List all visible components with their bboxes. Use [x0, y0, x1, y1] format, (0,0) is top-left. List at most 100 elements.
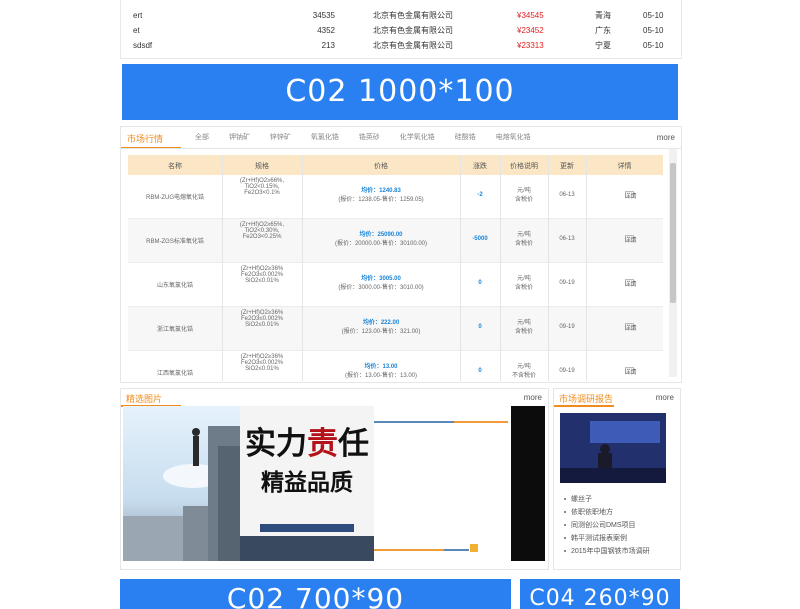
price-change: 0 — [478, 324, 482, 330]
market-reports-panel: 市场调研报告 more 螺丝子 依职依职地方 同测创公司DMS项目 韩平测试报表… — [553, 388, 681, 570]
table-row: et 4352 北京有色金属有限公司 ¥23452 广东 05-10 — [121, 23, 681, 38]
tab-item[interactable]: 电熔氧化锆 — [496, 134, 531, 141]
spec-line: Fe2O3<0.25% — [242, 234, 282, 240]
header-updated: 更新 — [560, 163, 574, 170]
price-note: 元/吨 不含税价 — [500, 361, 548, 379]
slogan-char: 实 — [245, 426, 276, 462]
scrollbar-thumb[interactable] — [670, 163, 676, 303]
tab-all[interactable]: 全部 — [195, 134, 209, 141]
avg-price: 均价：1240.83 — [361, 188, 401, 194]
slogan-line2: 精益品质 — [261, 469, 353, 496]
conference-image[interactable] — [560, 413, 666, 483]
slogan-image[interactable]: 实力责任 精益品质 — [240, 406, 374, 561]
avg-price: 均价：3005.00 — [361, 276, 401, 282]
graphic-line — [374, 549, 444, 551]
price-range: (报价：123.00-售价：321.00) — [341, 329, 421, 335]
table-row: 浙江氧氯化锆 (Zr+Hf)O2≥36% Fe2O3≤0.002% SiO2≤0… — [128, 307, 663, 351]
row-date: 05-10 — [643, 26, 664, 35]
tab-item[interactable]: 钾钠矿 — [229, 134, 250, 141]
pics-title: 精选图片 — [126, 394, 163, 404]
bullet-icon — [564, 524, 566, 527]
pics-more-link[interactable]: more — [524, 393, 542, 402]
header-change: 涨跌 — [473, 163, 487, 170]
table-row: 江西氧氯化锆 (Zr+Hf)O2≥36% Fe2O3≤0.002% SiO2≤0… — [128, 351, 663, 381]
product-name[interactable]: 山东氧氯化锆 — [128, 280, 222, 289]
unit-label: 元/吨 — [517, 188, 531, 194]
product-spec: (Zr+Hf)O2≥65%, TiO2<0.30%, Fe2O3<0.25% — [222, 222, 302, 240]
table-row — [121, 0, 681, 8]
ad-banner-bottom-left[interactable]: C02 700*90 — [120, 579, 511, 609]
price-change: -5000 — [472, 236, 488, 242]
list-item[interactable]: 螺丝子 — [564, 493, 650, 506]
product-name[interactable]: 浙江氧氯化锆 — [128, 324, 222, 333]
list-item-label: 依职依职地方 — [571, 509, 613, 516]
header-detail: 详情 — [617, 163, 632, 170]
list-item[interactable]: 韩平测试报表案例 — [564, 532, 650, 545]
row-qty: 213 — [321, 41, 335, 50]
row-company[interactable]: 北京有色金属有限公司 — [373, 23, 453, 38]
list-item-label: 韩平测试报表案例 — [571, 535, 627, 542]
reports-more-link[interactable]: more — [656, 393, 674, 402]
table-header: 名称 规格 价格 涨跌 价格说明 更新 详情 — [128, 155, 663, 175]
header-name: 名称 — [168, 163, 182, 170]
table-row: sdsdf 213 北京有色金属有限公司 ¥23313 宁夏 05-10 — [121, 38, 681, 53]
featured-images-panel: 精选图片 more 实力责任 精益品质 — [120, 388, 549, 570]
ad-banner-bottom-right[interactable]: C04 260*90 — [520, 579, 680, 609]
header-price: 价格 — [374, 163, 388, 170]
graphic-line — [374, 421, 454, 423]
ad-banner-top[interactable]: C02 1000*100 — [122, 64, 678, 120]
market-scrollbar[interactable] — [669, 149, 677, 377]
graphic-line — [444, 549, 469, 551]
slogan-char: 任 — [338, 426, 369, 462]
product-spec: (Zr+Hf)O2≥66%, TiO2<0.15%, Fe2O3<0.1% — [222, 178, 302, 196]
tab-item[interactable]: 化学氧化锆 — [400, 134, 435, 141]
solar-panel-strip — [240, 536, 374, 561]
table-row: 山东氧氯化锆 (Zr+Hf)O2≥36% Fe2O3≤0.002% SiO2≤0… — [128, 263, 663, 307]
row-price: ¥23452 — [517, 26, 544, 35]
reports-title: 市场调研报告 — [559, 394, 614, 404]
product-name[interactable]: 江西氧氯化锆 — [128, 368, 222, 377]
tab-item[interactable]: 锆英砂 — [359, 134, 380, 141]
tab-item[interactable]: 硅酸锆 — [455, 134, 476, 141]
price-change: 0 — [478, 368, 482, 374]
list-item[interactable]: 依职依职地方 — [564, 506, 650, 519]
bar-graphic-image[interactable] — [374, 406, 508, 561]
column-divider — [302, 155, 303, 381]
unit-label: 元/吨 — [517, 320, 531, 326]
tab-item[interactable]: 氧氯化锆 — [311, 134, 339, 141]
market-tabs: 全部 钾钠矿 锌锌矿 氧氯化锆 锆英砂 化学氧化锆 硅酸锆 电熔氧化锆 — [195, 132, 549, 142]
product-spec: (Zr+Hf)O2≥36% Fe2O3≤0.002% SiO2≤0.01% — [222, 354, 302, 372]
product-spec: (Zr+Hf)O2≥36% Fe2O3≤0.002% SiO2≤0.01% — [222, 310, 302, 328]
column-divider — [500, 155, 501, 381]
updated-date: 09-19 — [559, 324, 575, 330]
column-divider — [460, 155, 461, 381]
product-name[interactable]: RBM-ZUG电熔氧化锆 — [128, 192, 222, 201]
row-province: 宁夏 — [595, 41, 611, 50]
row-qty: 34535 — [312, 11, 335, 20]
bullet-icon — [564, 498, 566, 501]
list-item[interactable]: 同测创公司DMS项目 — [564, 519, 650, 532]
list-item[interactable]: 2015年中国钢铁市场调研 — [564, 545, 650, 558]
unit-label: 元/吨 — [517, 364, 531, 370]
row-company[interactable]: 北京有色金属有限公司 — [373, 8, 453, 23]
price-note: 元/吨 含税价 — [500, 229, 548, 247]
tax-label: 含税价 — [514, 285, 533, 291]
table-row: RBM-ZGS标准氧化锆 (Zr+Hf)O2≥65%, TiO2<0.30%, … — [128, 219, 663, 263]
updated-date: 09-19 — [559, 280, 575, 286]
product-price: 均价：13.00 (报价：13.00-售价：13.00) — [302, 361, 460, 379]
sky-cloud-image[interactable] — [123, 406, 240, 561]
product-price: 均价：25090.00 (报价：20000.00-售价：30100.00) — [302, 229, 460, 247]
price-range: (报价：3000.00-售价：3010.00) — [338, 285, 424, 291]
spec-line: SiO2≤0.01% — [245, 322, 279, 328]
top-data-table: ert 34535 北京有色金属有限公司 ¥34545 青海 05-10 et … — [120, 0, 682, 59]
tab-item[interactable]: 锌锌矿 — [270, 134, 291, 141]
market-more-link[interactable]: more — [657, 133, 675, 142]
row-company[interactable]: 北京有色金属有限公司 — [373, 38, 453, 53]
slogan-char: 力 — [276, 426, 307, 462]
graphic-line — [454, 421, 508, 423]
row-date: 05-10 — [643, 41, 664, 50]
detail-label: 详情 — [624, 238, 637, 244]
tax-label: 含税价 — [514, 329, 533, 335]
dark-image[interactable] — [511, 406, 545, 561]
product-name[interactable]: RBM-ZGS标准氧化锆 — [128, 236, 222, 245]
